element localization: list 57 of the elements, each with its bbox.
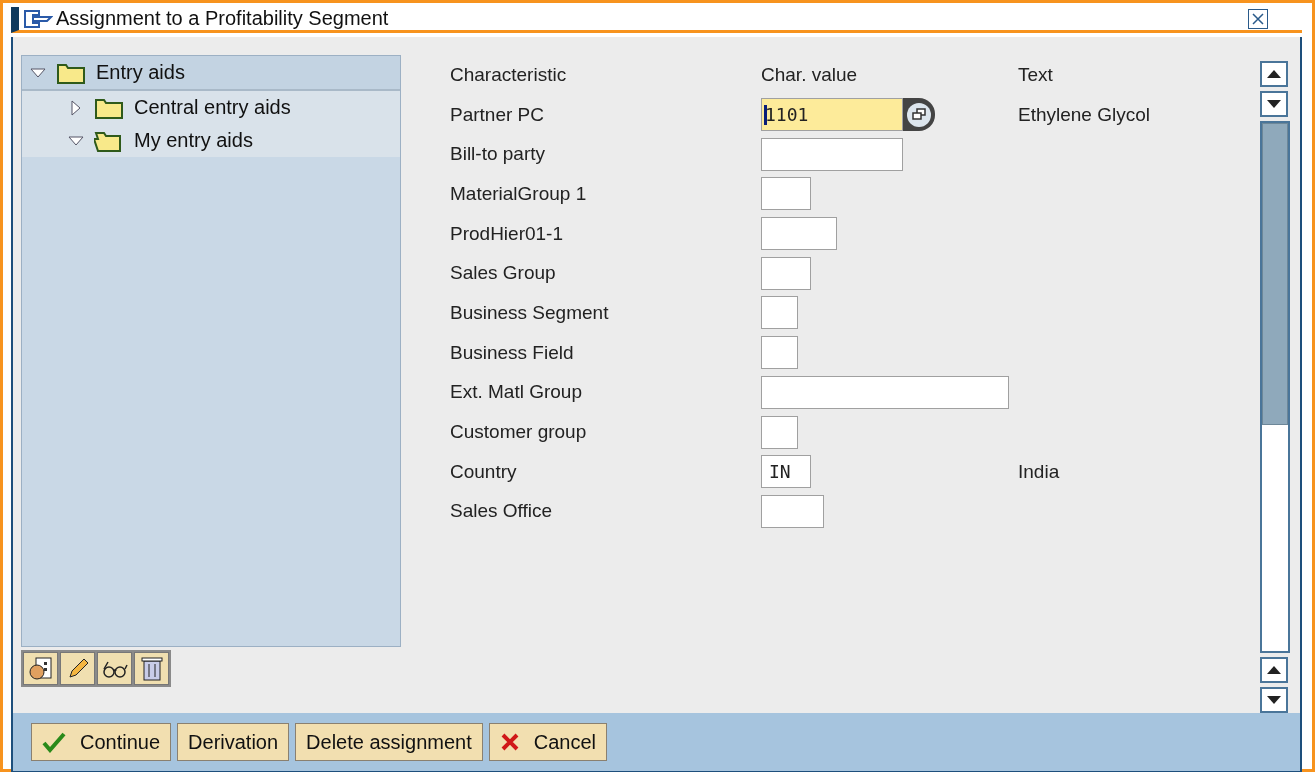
- input-field[interactable]: [761, 256, 811, 290]
- tree-item[interactable]: My entry aids: [22, 124, 400, 157]
- trash-icon: [140, 655, 163, 682]
- field-label: Business Field: [450, 341, 575, 364]
- field-label: Business Segment: [450, 301, 610, 324]
- tree-item[interactable]: Entry aids: [22, 56, 400, 91]
- input-field[interactable]: IN: [761, 455, 811, 489]
- windows-icon: [906, 101, 932, 128]
- column-header: Char. value: [761, 63, 859, 86]
- continue-button[interactable]: Continue: [31, 723, 172, 761]
- scroll-up-button[interactable]: [1260, 61, 1288, 87]
- toolbar-button[interactable]: [97, 652, 132, 685]
- down-arrow-icon: [1267, 696, 1281, 704]
- close-icon: [499, 732, 520, 752]
- column-header: Text: [1018, 63, 1054, 86]
- column-header: Characteristic: [450, 63, 568, 86]
- document-icon: [27, 655, 54, 682]
- value-help-button[interactable]: [903, 98, 935, 132]
- input-field[interactable]: [761, 296, 798, 330]
- up-arrow-icon: [1267, 666, 1281, 674]
- down-arrow-icon: [1267, 100, 1281, 108]
- action-button[interactable]: Derivation: [177, 723, 290, 761]
- close-icon: [1252, 12, 1264, 25]
- value-text: India: [1018, 460, 1061, 483]
- field-label: Country: [450, 460, 518, 483]
- up-arrow-icon: [1267, 70, 1281, 78]
- scroll-up-button[interactable]: [1260, 657, 1288, 683]
- input-field[interactable]: [761, 217, 837, 251]
- field-label: Ext. Matl Group: [450, 381, 583, 404]
- field-label: Sales Group: [450, 262, 557, 285]
- scrollbar-thumb[interactable]: [1262, 123, 1288, 425]
- action-button[interactable]: Delete assignment: [295, 723, 483, 761]
- tree-item[interactable]: Central entry aids: [22, 91, 400, 124]
- window-title: Assignment to a Profitability Segment: [56, 7, 390, 30]
- input-field[interactable]: [761, 137, 903, 171]
- value-text: Ethylene Glycol: [1018, 103, 1151, 126]
- toolbar-button[interactable]: [23, 652, 58, 685]
- input-field[interactable]: [761, 375, 1009, 409]
- toolbar-button[interactable]: [60, 652, 95, 685]
- input-field[interactable]: [761, 177, 811, 211]
- field-label: MaterialGroup 1: [450, 182, 588, 205]
- field-label: ProdHier01-1: [450, 222, 564, 245]
- input-field[interactable]: 1101: [761, 98, 903, 132]
- field-label: Sales Office: [450, 500, 554, 523]
- input-field[interactable]: [761, 415, 798, 449]
- field-label: Customer group: [450, 421, 588, 444]
- checkmark-icon: [42, 731, 66, 753]
- close-button[interactable]: [1248, 8, 1268, 29]
- scroll-down-button[interactable]: [1260, 687, 1288, 713]
- field-label: Bill-to party: [450, 143, 547, 166]
- scroll-down-button[interactable]: [1260, 91, 1288, 117]
- input-field[interactable]: [761, 494, 824, 528]
- field-label: Partner PC: [450, 103, 545, 126]
- cancel-button[interactable]: Cancel: [488, 723, 608, 761]
- input-field[interactable]: [761, 336, 798, 370]
- window-icon: [23, 8, 53, 29]
- scrollbar-track[interactable]: [1260, 121, 1290, 653]
